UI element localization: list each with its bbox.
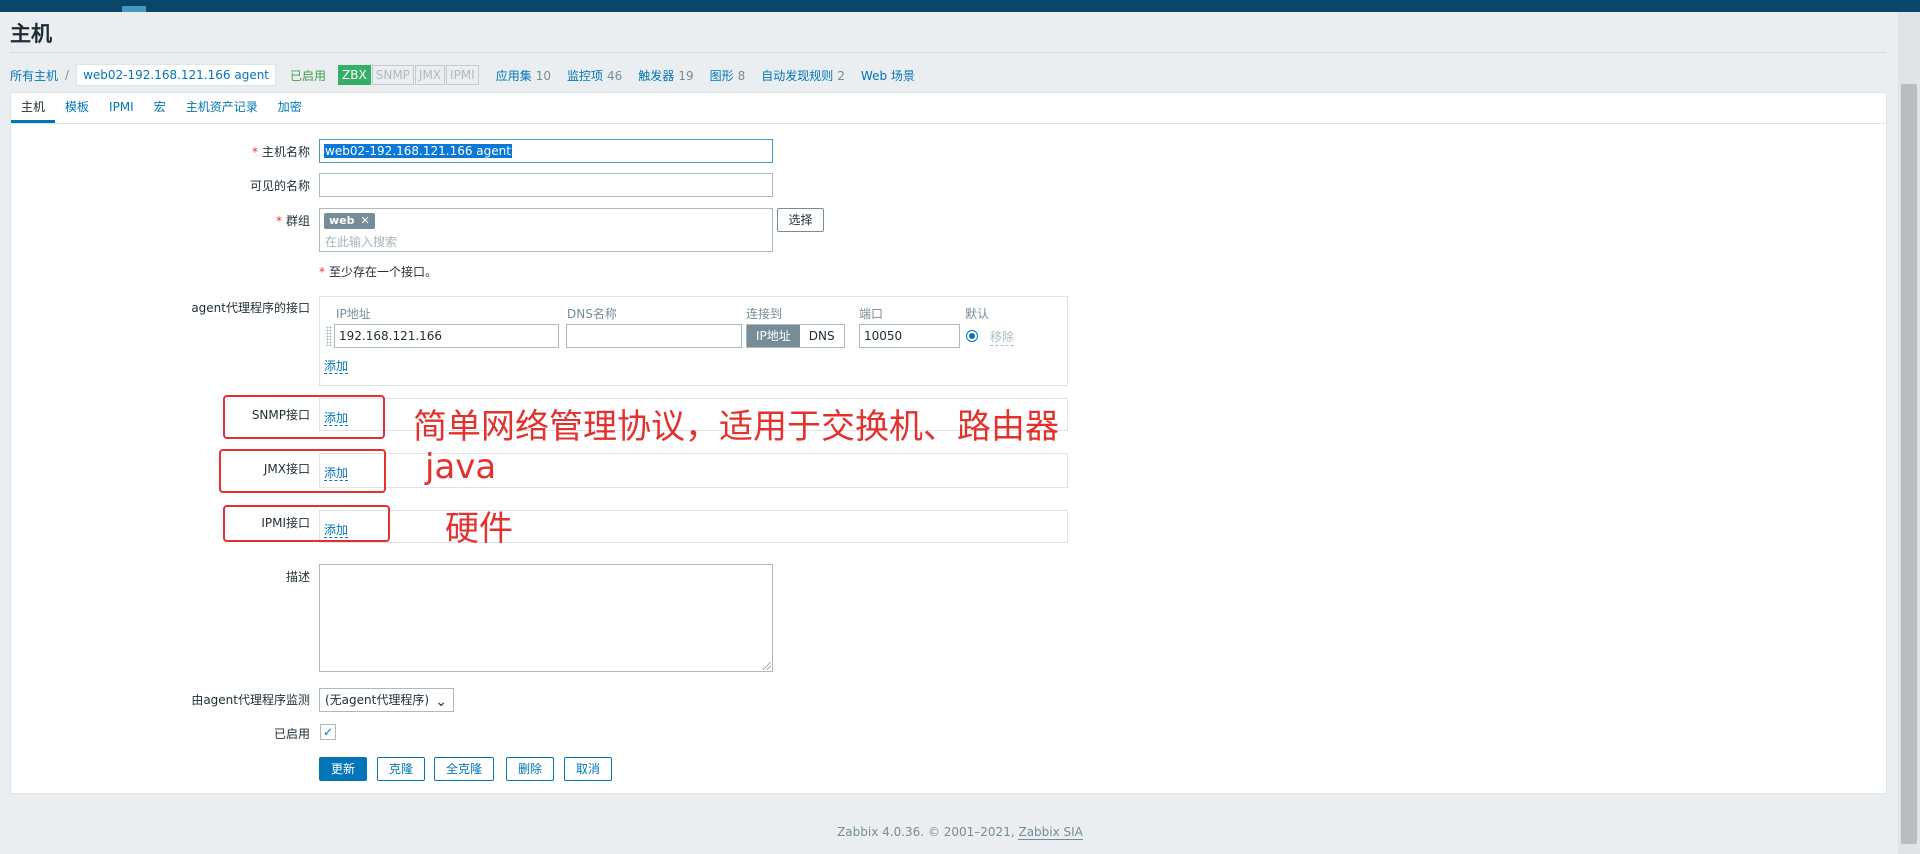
- breadcrumb-all-hosts[interactable]: 所有主机: [10, 67, 58, 84]
- checkmark-icon: ✓: [322, 725, 334, 739]
- groups-search-placeholder[interactable]: 在此输入搜索: [325, 233, 397, 250]
- description-label: 描述: [285, 570, 310, 584]
- tab-inventory[interactable]: 主机资产记录: [176, 93, 268, 123]
- nav-web-scenarios[interactable]: Web 场景: [861, 67, 915, 84]
- annotation-box-jmx: [219, 449, 386, 493]
- nav-applications[interactable]: 应用集 10: [496, 67, 551, 84]
- update-button[interactable]: 更新: [319, 757, 367, 781]
- nav-triggers[interactable]: 触发器 19: [638, 67, 693, 84]
- col-connect: 连接到: [746, 307, 783, 321]
- interface-required-hint: * 至少存在一个接口。: [319, 265, 438, 279]
- col-default: 默认: [965, 307, 990, 321]
- chevron-down-icon: ⌄: [435, 694, 447, 710]
- groups-label: * 群组: [275, 214, 310, 228]
- iface-dns-input[interactable]: [566, 324, 742, 348]
- col-dns: DNS名称: [567, 307, 617, 321]
- connect-dns-option[interactable]: DNS: [800, 325, 844, 347]
- breadcrumb-separator: /: [65, 68, 70, 82]
- badge-snmp: SNMP: [371, 65, 414, 85]
- nav-items[interactable]: 监控项 46: [567, 67, 622, 84]
- breadcrumb-current-host[interactable]: web02-192.168.121.166 agent: [76, 64, 277, 86]
- top-bar: [0, 0, 1920, 12]
- resize-handle-icon[interactable]: [763, 662, 771, 670]
- select-groups-button[interactable]: 选择: [777, 208, 824, 232]
- annotation-box-ipmi: [223, 505, 390, 542]
- tab-host[interactable]: 主机: [11, 93, 56, 123]
- footer-company-link[interactable]: Zabbix SIA: [1018, 825, 1083, 840]
- clone-button[interactable]: 克隆: [377, 757, 425, 781]
- nav-discovery-rules[interactable]: 自动发现规则 2: [761, 67, 845, 84]
- connect-ip-option[interactable]: IP地址: [747, 325, 800, 347]
- visible-name-input[interactable]: [319, 173, 773, 197]
- visible-name-label: 可见的名称: [249, 179, 310, 193]
- status-enabled[interactable]: 已启用: [290, 67, 326, 84]
- menu-indicator: [122, 6, 146, 12]
- iface-default-radio[interactable]: [966, 330, 978, 342]
- agent-add-link[interactable]: 添加: [324, 359, 349, 374]
- page-title: 主机: [10, 22, 52, 46]
- footer: Zabbix 4.0.36. © 2001–2021, Zabbix SIA: [837, 825, 1083, 840]
- col-ip: IP地址: [336, 307, 371, 321]
- tab-bar: 主机 模板 IPMI 宏 主机资产记录 加密: [11, 93, 1886, 124]
- scrollbar-thumb[interactable]: [1901, 84, 1917, 844]
- tab-templates[interactable]: 模板: [55, 93, 99, 123]
- badge-zbx: ZBX: [338, 65, 371, 85]
- proxy-select[interactable]: (无agent代理程序) ⌄: [319, 688, 454, 712]
- enabled-checkbox[interactable]: ✓: [320, 724, 336, 740]
- vertical-scrollbar[interactable]: [1898, 12, 1920, 854]
- chip-remove-icon[interactable]: ✕: [361, 214, 370, 227]
- iface-connect-toggle: IP地址 DNS: [746, 324, 845, 348]
- host-name-input[interactable]: web02-192.168.121.166 agent: [319, 139, 773, 163]
- tab-macros[interactable]: 宏: [144, 93, 176, 123]
- cancel-button[interactable]: 取消: [564, 757, 612, 781]
- ipmi-interfaces-box: 添加: [319, 510, 1068, 543]
- agent-interfaces-table: IP地址 DNS名称 连接到 端口 默认 192.168.121.166 IP地…: [319, 296, 1068, 386]
- badge-ipmi: IPMI: [446, 65, 479, 85]
- iface-remove-link[interactable]: 移除: [990, 328, 1015, 346]
- enabled-label: 已启用: [273, 727, 310, 741]
- groups-multiselect[interactable]: web ✕ 在此输入搜索: [319, 208, 773, 252]
- host-navigation: 所有主机 / web02-192.168.121.166 agent 已启用 Z…: [10, 64, 915, 86]
- delete-button[interactable]: 删除: [506, 757, 554, 781]
- annotation-box-snmp: [223, 395, 385, 439]
- host-form-panel: 主机 模板 IPMI 宏 主机资产记录 加密 * 主机名称 web02-192.1…: [10, 92, 1887, 794]
- proxy-label: 由agent代理程序监测: [191, 693, 310, 707]
- iface-ip-input[interactable]: 192.168.121.166: [334, 324, 559, 348]
- tab-ipmi[interactable]: IPMI: [99, 93, 144, 123]
- title-divider: [10, 52, 1886, 53]
- annotation-jmx: java: [425, 447, 497, 487]
- agent-interfaces-label: agent代理程序的接口: [191, 301, 310, 315]
- host-name-label: * 主机名称: [251, 145, 310, 159]
- badge-jmx: JMX: [414, 65, 446, 85]
- description-textarea[interactable]: [319, 564, 773, 672]
- nav-graphs[interactable]: 图形 8: [710, 67, 746, 84]
- annotation-ipmi: 硬件: [445, 509, 513, 549]
- tab-encryption[interactable]: 加密: [268, 93, 312, 123]
- group-chip-web[interactable]: web ✕: [324, 213, 375, 229]
- full-clone-button[interactable]: 全克隆: [434, 757, 494, 781]
- iface-port-input[interactable]: 10050: [859, 324, 960, 348]
- drag-handle-icon[interactable]: [326, 326, 332, 346]
- col-port: 端口: [859, 307, 884, 321]
- annotation-snmp: 简单网络管理协议，适用于交换机、路由器: [413, 407, 1059, 447]
